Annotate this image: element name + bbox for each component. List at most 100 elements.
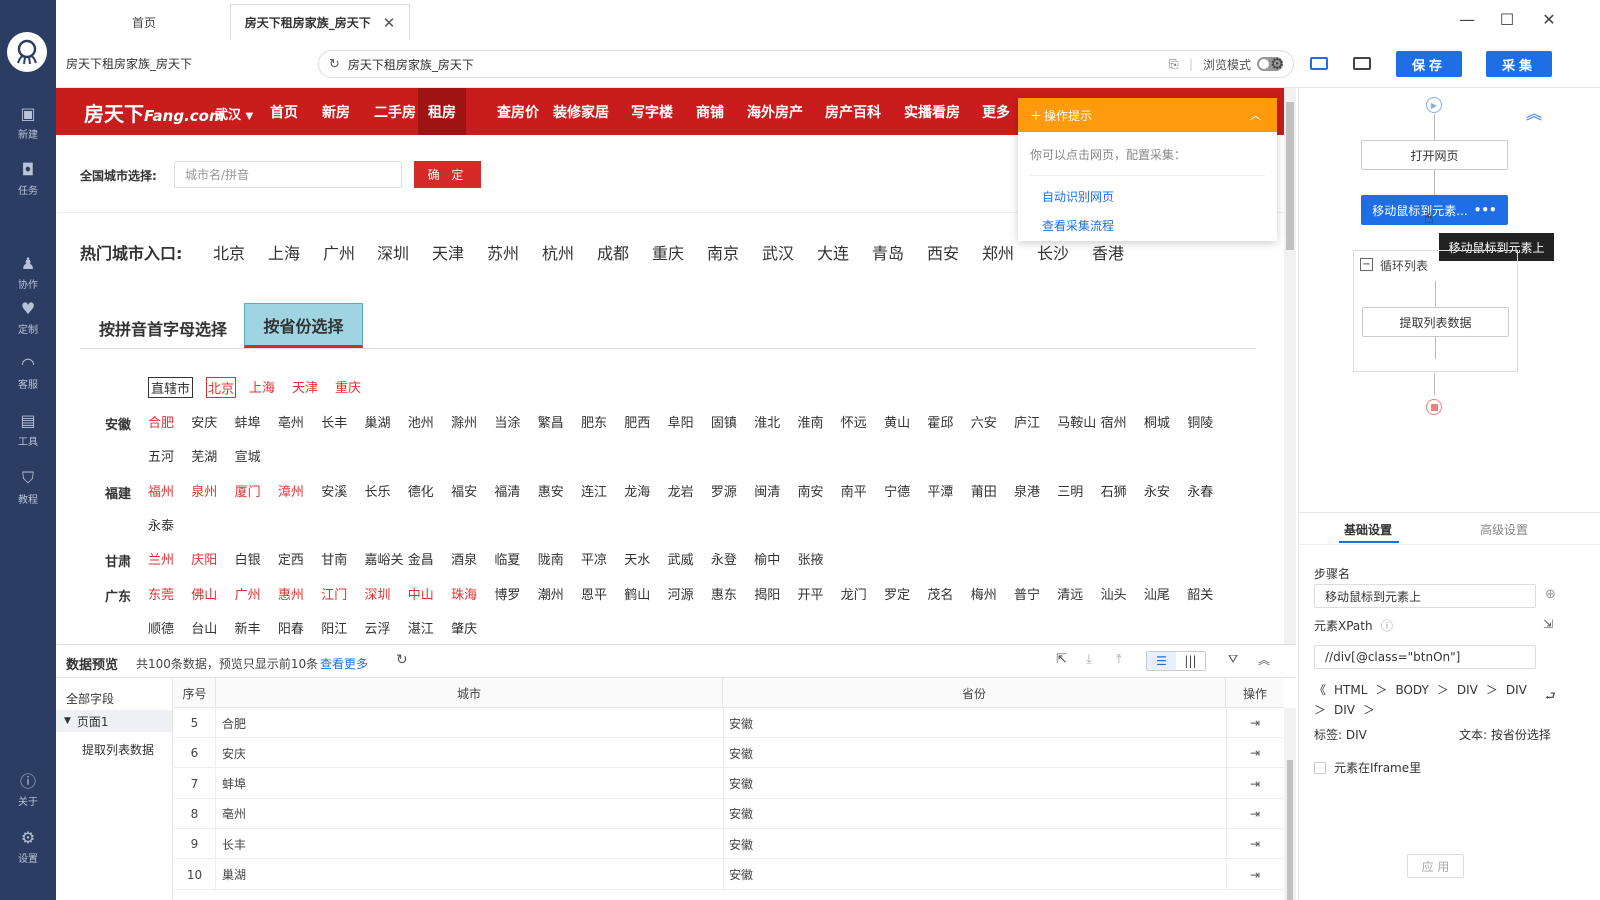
- upload-icon[interactable]: ⤒: [1116, 652, 1122, 667]
- close-tab-icon[interactable]: ✕: [383, 14, 396, 32]
- row-action-icon[interactable]: ⇥: [1226, 769, 1284, 799]
- nav-item[interactable]: 新房: [322, 88, 350, 135]
- city-link[interactable]: 东莞: [148, 584, 174, 603]
- city-link[interactable]: 珠海: [451, 584, 477, 603]
- city-link[interactable]: 定西: [278, 549, 304, 568]
- city-link[interactable]: 揭阳: [754, 584, 780, 603]
- nav-item[interactable]: 首页: [270, 88, 298, 135]
- city-link[interactable]: 深圳: [365, 584, 391, 603]
- city-link[interactable]: 清远: [1057, 584, 1083, 603]
- city-link[interactable]: 宿州: [1101, 412, 1127, 431]
- list-view-icon[interactable]: ☰: [1147, 652, 1176, 670]
- node-move-mouse[interactable]: 移动鼠标到元素... •••: [1361, 195, 1508, 225]
- city-link[interactable]: 天水: [624, 549, 650, 568]
- row-action-icon[interactable]: ⇥: [1226, 738, 1284, 768]
- city-link[interactable]: 德化: [408, 481, 434, 500]
- row-action-icon[interactable]: ⇥: [1226, 799, 1284, 829]
- iframe-checkbox-row[interactable]: 元素在Iframe里: [1314, 759, 1421, 776]
- city-link[interactable]: 中山: [408, 584, 434, 603]
- hot-city-link[interactable]: 北京: [213, 240, 245, 264]
- hot-city-link[interactable]: 天津: [432, 240, 464, 264]
- city-link[interactable]: 金昌: [408, 549, 434, 568]
- hot-city-link[interactable]: 苏州: [487, 240, 519, 264]
- tab-pinyin[interactable]: 按拼音首字母选择: [99, 316, 227, 340]
- city-link[interactable]: 罗定: [884, 584, 910, 603]
- more-icon[interactable]: •••: [1474, 203, 1497, 217]
- filter-icon[interactable]: ⛛: [1228, 652, 1238, 667]
- view-switch[interactable]: ☰ |||: [1146, 651, 1206, 671]
- city-link[interactable]: 陇南: [538, 549, 564, 568]
- gear-icon[interactable]: ⚙: [1270, 54, 1284, 73]
- nav-item[interactable]: 装修家居: [553, 88, 609, 135]
- hot-city-link[interactable]: 西安: [927, 240, 959, 264]
- city-link[interactable]: 池州: [408, 412, 434, 431]
- rail-item-3[interactable]: ♥ 定制: [0, 292, 56, 342]
- city-link[interactable]: 怀远: [841, 412, 867, 431]
- city-link[interactable]: 三明: [1057, 481, 1083, 500]
- city-link[interactable]: 佛山: [191, 584, 217, 603]
- city-link[interactable]: 阳春: [278, 618, 304, 637]
- start-icon[interactable]: ▶: [1426, 97, 1442, 113]
- city-link[interactable]: 六安: [971, 412, 997, 431]
- page-scrollbar-thumb[interactable]: [1286, 102, 1294, 250]
- hot-city-link[interactable]: 杭州: [542, 240, 574, 264]
- city-link[interactable]: 武威: [668, 549, 694, 568]
- city-link[interactable]: 淮北: [754, 412, 780, 431]
- table-scrollbar-thumb[interactable]: [1287, 760, 1293, 900]
- site-logo[interactable]: 房天下Fang.com: [84, 98, 225, 127]
- nav-item[interactable]: 查房价: [497, 88, 539, 135]
- hot-city-link[interactable]: 青岛: [872, 240, 904, 264]
- city-link[interactable]: 江门: [321, 584, 347, 603]
- hot-city-link[interactable]: 大连: [817, 240, 849, 264]
- city-link[interactable]: 平潭: [927, 481, 953, 500]
- city-link[interactable]: 云浮: [365, 618, 391, 637]
- city-link[interactable]: 繁昌: [538, 412, 564, 431]
- city-link[interactable]: 亳州: [278, 412, 304, 431]
- city-link[interactable]: 桐城: [1144, 412, 1170, 431]
- auto-detect-link[interactable]: 自动识别网页: [1018, 176, 1277, 205]
- city-link[interactable]: 河源: [668, 584, 694, 603]
- city-link[interactable]: 惠东: [711, 584, 737, 603]
- hot-city-link[interactable]: 南京: [707, 240, 739, 264]
- city-link[interactable]: 厦门: [235, 481, 261, 500]
- column-view-icon[interactable]: |||: [1176, 652, 1205, 670]
- rail-item-4[interactable]: ◠ 客服: [0, 347, 56, 397]
- city-link[interactable]: 永春: [1187, 481, 1213, 500]
- url-bar[interactable]: ↻ 房天下租房家族_房天下 ⎘ | 浏览模式: [318, 50, 1294, 78]
- tree-page1[interactable]: ▼ 页面1: [56, 710, 172, 732]
- city-link[interactable]: 酒泉: [451, 549, 477, 568]
- nav-item[interactable]: 写字楼: [631, 88, 673, 135]
- collapse-icon[interactable]: ︽: [1258, 651, 1270, 668]
- view-flow-link[interactable]: 查看采集流程: [1018, 205, 1277, 234]
- city-link[interactable]: 长丰: [321, 412, 347, 431]
- city-link[interactable]: 南平: [841, 481, 867, 500]
- tab-fang[interactable]: 房天下租房家族_房天下 ✕: [230, 4, 410, 40]
- city-link[interactable]: 新丰: [235, 618, 261, 637]
- city-link[interactable]: 阜阳: [668, 412, 694, 431]
- city-link[interactable]: 茂名: [927, 584, 953, 603]
- collapse-icon[interactable]: ︿: [1250, 107, 1261, 123]
- hot-city-link[interactable]: 长沙: [1037, 240, 1069, 264]
- xpath-input[interactable]: //div[@class="btnOn"]: [1314, 645, 1536, 669]
- octoparse-logo-icon[interactable]: [7, 32, 47, 72]
- hot-city-link[interactable]: 香港: [1092, 240, 1124, 264]
- city-link[interactable]: 韶关: [1187, 584, 1213, 603]
- nav-item[interactable]: 更多: [982, 88, 1010, 135]
- city-link[interactable]: 榆中: [754, 549, 780, 568]
- row-action-icon[interactable]: ⇥: [1226, 829, 1284, 859]
- city-link[interactable]: 芜湖: [191, 446, 217, 465]
- minimize-icon[interactable]: —: [1452, 8, 1482, 30]
- nav-item[interactable]: 租房: [418, 88, 466, 135]
- city-link[interactable]: 北京: [206, 377, 237, 398]
- city-link[interactable]: 罗源: [711, 481, 737, 500]
- hot-city-link[interactable]: 深圳: [377, 240, 409, 264]
- city-link[interactable]: 顺德: [148, 618, 174, 637]
- collapse-up-icon[interactable]: ︽: [1526, 100, 1542, 124]
- city-link[interactable]: 甘南: [321, 549, 347, 568]
- city-switch[interactable]: 武汉 ▼: [215, 104, 253, 123]
- city-link[interactable]: 临夏: [494, 549, 520, 568]
- city-link[interactable]: 兰州: [148, 549, 174, 568]
- table-row[interactable]: 6 安庆 安徽 ⇥: [174, 738, 1284, 769]
- iframe-checkbox[interactable]: [1314, 761, 1326, 774]
- city-link[interactable]: 南安: [798, 481, 824, 500]
